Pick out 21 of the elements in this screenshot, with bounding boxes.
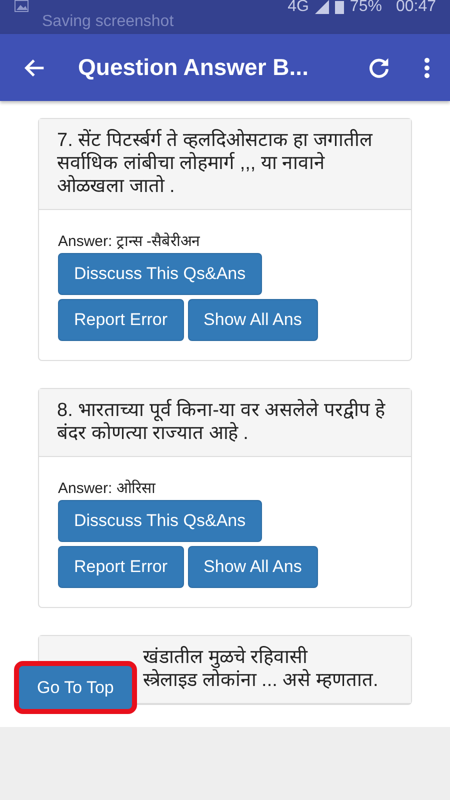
- action-button[interactable]: Disscuss This Qs&Ans: [58, 500, 262, 542]
- question-text: स्त्रेलाइड लोकांना ... असे म्हणतात.: [143, 669, 378, 692]
- action-button[interactable]: Disscuss This Qs&Ans: [58, 253, 262, 295]
- battery-percent: 75%: [350, 0, 382, 14]
- question-text: खंडातील मुळचे रहिवासी: [143, 646, 308, 669]
- question-text: 7. सेंट पिटर्स्बर्ग ते व्हलदिओसटाक हा जगातील सर्वाधिक लांबीचा लोहमार्ग ,,, या नावाने ओळखला जातो .: [57, 129, 374, 198]
- signal-icon: [314, 0, 329, 14]
- action-button[interactable]: Report Error: [58, 299, 184, 341]
- answer-text: Answer: ओरिसा: [58, 478, 157, 497]
- image-icon: [14, 0, 29, 12]
- app-title: Question Answer B...: [78, 54, 310, 81]
- go-to-top-button[interactable]: Go To Top: [14, 661, 137, 714]
- clock: 00:47: [396, 0, 436, 14]
- action-button[interactable]: Report Error: [58, 546, 184, 588]
- notification-text: Saving screenshot: [42, 13, 174, 31]
- answer-text: Answer: ट्रान्स -सैबेरीअन: [58, 232, 201, 250]
- network-label: 4G: [288, 0, 309, 14]
- battery-icon: [334, 0, 344, 14]
- question-text: 8. भारताच्या पूर्व किना-या वर असलेले परद्वीप हे बंदर कोणत्या राज्यात आहे .: [57, 399, 386, 445]
- action-button[interactable]: Show All Ans: [188, 299, 318, 341]
- action-button[interactable]: Show All Ans: [188, 546, 318, 588]
